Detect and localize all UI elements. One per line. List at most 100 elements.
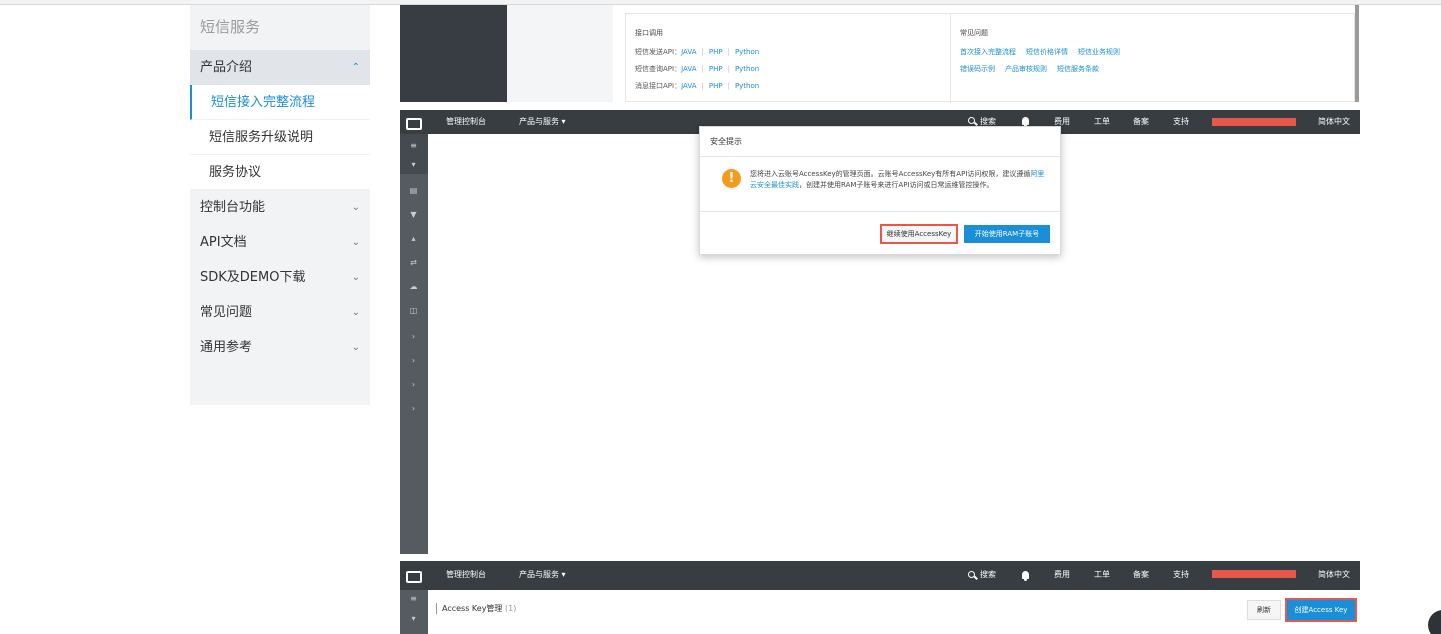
nav-item-label: 控制台功能 bbox=[200, 200, 266, 215]
faq-link[interactable]: 错误码示例 bbox=[960, 65, 995, 73]
use-ram-account-button[interactable]: 开始使用RAM子账号 bbox=[964, 225, 1050, 243]
nav-item-product-intro[interactable]: 产品介绍 ⌃ bbox=[190, 50, 370, 85]
dialog-message-tail: ，创建并使用RAM子账号来进行API访问或日常运维管控操作。 bbox=[799, 181, 994, 189]
products-menu[interactable]: 产品与服务 ▾ bbox=[519, 110, 566, 134]
api-section: 接口调用 短信发送API：JAVA | PHP | Python 短信查询API：JAV… bbox=[635, 28, 759, 98]
php-link[interactable]: PHP bbox=[709, 65, 723, 73]
faq-link[interactable]: 短信价格详情 bbox=[1026, 48, 1068, 56]
menu-icon[interactable]: ≡ bbox=[408, 594, 419, 603]
nav-item-console-features[interactable]: 控制台功能 ⌄ bbox=[190, 190, 370, 225]
chevron-up-icon: ⌃ bbox=[351, 62, 360, 73]
accesskey-count: (1) bbox=[504, 604, 517, 613]
java-link[interactable]: JAVA bbox=[681, 65, 696, 73]
chevron-right-icon[interactable]: › bbox=[408, 404, 419, 413]
scrollbar[interactable] bbox=[1355, 5, 1359, 102]
chevron-right-icon[interactable]: › bbox=[408, 332, 419, 341]
faq-link[interactable]: 产品审核规则 bbox=[1005, 65, 1047, 73]
api-row: 短信发送API：JAVA | PHP | Python bbox=[635, 47, 759, 64]
doc-sidebar: 短信服务 产品介绍 ⌃ 短信接入完整流程 短信服务升级说明 服务协议 控制台功能… bbox=[190, 5, 370, 405]
nav-item-sdk-demo[interactable]: SDK及DEMO下载 ⌄ bbox=[190, 260, 370, 295]
list-icon[interactable]: ▤ bbox=[408, 186, 419, 195]
doc-sidebar-title: 短信服务 bbox=[200, 18, 261, 36]
nav-item-faq[interactable]: 常见问题 ⌄ bbox=[190, 295, 370, 330]
faq-link[interactable]: 首次接入完整流程 bbox=[960, 48, 1016, 56]
products-menu-label: 产品与服务 bbox=[519, 570, 559, 579]
bell-icon[interactable] bbox=[1022, 117, 1029, 127]
dialog-title: 安全提示 bbox=[700, 127, 1060, 157]
refresh-button[interactable]: 刷新 bbox=[1247, 600, 1281, 620]
separator: | bbox=[727, 82, 730, 90]
sync-icon[interactable]: ⇄ bbox=[408, 258, 419, 267]
nav-item-label: API文档 bbox=[200, 235, 247, 250]
nav-sub-sms-flow[interactable]: 短信接入完整流程 bbox=[190, 85, 370, 120]
ticket-link[interactable]: 工单 bbox=[1094, 110, 1110, 134]
nav-item-general-reference[interactable]: 通用参考 ⌄ bbox=[190, 330, 370, 365]
accesskey-title-text: Access Key管理 bbox=[442, 604, 503, 613]
nav-item-label: 通用参考 bbox=[200, 340, 253, 355]
aliyun-logo-icon[interactable] bbox=[406, 110, 422, 134]
chevron-down-icon: ⌄ bbox=[351, 307, 360, 318]
caret-down-icon[interactable]: ▾ bbox=[408, 614, 419, 623]
language-switch[interactable]: 简体中文 bbox=[1318, 563, 1350, 587]
console-home-link[interactable]: 管理控制台 bbox=[446, 110, 486, 134]
search-icon bbox=[968, 117, 975, 124]
aliyun-logo-icon[interactable] bbox=[406, 563, 422, 592]
ticket-link[interactable]: 工单 bbox=[1094, 563, 1110, 587]
faq-heading: 常见问题 bbox=[960, 29, 988, 37]
api-row: 消息接口API：JAVA | PHP | Python bbox=[635, 81, 759, 98]
accesskey-page-title: Access Key管理 (1) bbox=[436, 603, 516, 614]
chevron-right-icon[interactable]: › bbox=[408, 380, 419, 389]
separator: | bbox=[701, 48, 704, 56]
nav-sub-upgrade-notes[interactable]: 短信服务升级说明 bbox=[190, 120, 370, 155]
nav-sub-service-agreement[interactable]: 服务协议 bbox=[190, 155, 370, 190]
product-info-box: 接口调用 短信发送API：JAVA | PHP | Python 短信查询API：JAV… bbox=[625, 13, 1355, 103]
dialog-message-text: 您将进入云账号AccessKey的管理页面。云账号AccessKey有所有API… bbox=[750, 170, 1031, 178]
continue-accesskey-button[interactable]: 继续使用AccessKey bbox=[880, 224, 958, 244]
php-link[interactable]: PHP bbox=[709, 48, 723, 56]
php-link[interactable]: PHP bbox=[709, 82, 723, 90]
python-link[interactable]: Python bbox=[735, 82, 759, 90]
support-link[interactable]: 支持 bbox=[1173, 563, 1189, 587]
search-link[interactable]: 搜索 bbox=[980, 563, 996, 587]
account-name-redacted[interactable] bbox=[1212, 118, 1296, 126]
chevron-down-icon: ⌄ bbox=[351, 272, 360, 283]
account-name-redacted[interactable] bbox=[1212, 570, 1296, 578]
api-row-label: 短信发送API： bbox=[635, 48, 682, 56]
console-topbar: 管理控制台 产品与服务 ▾ 搜索 费用 工单 备案 支持 简体中文 bbox=[400, 561, 1360, 590]
icp-link[interactable]: 备案 bbox=[1133, 563, 1149, 587]
api-row-label: 短信查询API： bbox=[635, 65, 682, 73]
caret-down-icon: ▾ bbox=[561, 117, 566, 126]
chevron-down-icon: ⌄ bbox=[351, 237, 360, 248]
java-link[interactable]: JAVA bbox=[681, 48, 696, 56]
console-home-link[interactable]: 管理控制台 bbox=[446, 563, 486, 587]
icp-link[interactable]: 备案 bbox=[1133, 110, 1149, 134]
create-accesskey-button[interactable]: 创建Access Key bbox=[1285, 598, 1357, 622]
database-icon[interactable]: ◫ bbox=[408, 306, 419, 315]
shield-icon[interactable]: ▼ bbox=[408, 210, 419, 219]
floating-help-button[interactable] bbox=[1428, 610, 1441, 634]
separator: | bbox=[727, 65, 730, 73]
faq-row: 首次接入完整流程 短信价格详情 短信业务规则 bbox=[960, 47, 1130, 64]
faq-link[interactable]: 短信服务条款 bbox=[1057, 65, 1099, 73]
python-link[interactable]: Python bbox=[735, 48, 759, 56]
security-dialog: 安全提示 ! 您将进入云账号AccessKey的管理页面。云账号AccessKe… bbox=[699, 126, 1061, 255]
nodes-icon[interactable]: ▴ bbox=[408, 234, 419, 243]
java-link[interactable]: JAVA bbox=[681, 82, 696, 90]
cloud-icon[interactable]: ☁ bbox=[408, 282, 419, 291]
support-link[interactable]: 支持 bbox=[1173, 110, 1189, 134]
accesskey-screenshot: 管理控制台 产品与服务 ▾ 搜索 费用 工单 备案 支持 简体中文 ≡ ▾ Ac… bbox=[400, 561, 1360, 634]
faq-link[interactable]: 短信业务规则 bbox=[1078, 48, 1120, 56]
box-divider bbox=[950, 14, 951, 103]
api-row-label: 消息接口API： bbox=[635, 82, 682, 90]
faq-section: 常见问题 首次接入完整流程 短信价格详情 短信业务规则 错误码示例 产品审核规则 短信服… bbox=[960, 28, 1130, 81]
bell-icon[interactable] bbox=[1022, 571, 1029, 581]
nav-item-label: 常见问题 bbox=[200, 305, 253, 320]
python-link[interactable]: Python bbox=[735, 65, 759, 73]
chevron-right-icon[interactable]: › bbox=[408, 356, 419, 365]
nav-item-api-docs[interactable]: API文档 ⌄ bbox=[190, 225, 370, 260]
caret-down-icon: ▾ bbox=[411, 160, 416, 169]
language-switch[interactable]: 简体中文 bbox=[1318, 110, 1350, 134]
products-menu[interactable]: 产品与服务 ▾ bbox=[519, 563, 566, 587]
sidebar-toggle[interactable]: ≡ ▾ bbox=[400, 134, 428, 174]
billing-link[interactable]: 费用 bbox=[1054, 563, 1070, 587]
